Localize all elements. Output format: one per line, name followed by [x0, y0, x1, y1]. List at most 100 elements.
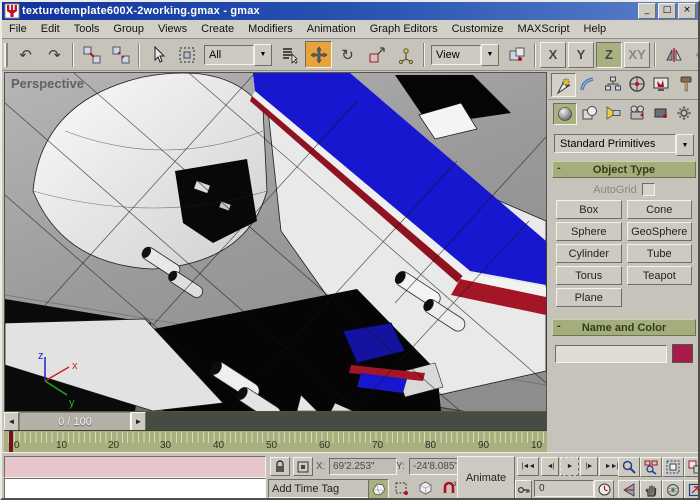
- percent-snap-toggle[interactable]: [416, 479, 435, 497]
- chevron-down-icon[interactable]: ▼: [676, 134, 694, 156]
- select-and-manipulate-button[interactable]: [392, 41, 419, 68]
- chevron-down-icon[interactable]: ▼: [481, 44, 499, 66]
- select-and-rotate-button[interactable]: ↻: [334, 41, 361, 68]
- use-pivot-point-center-button[interactable]: [503, 41, 530, 68]
- undo-button[interactable]: ↶: [12, 41, 39, 68]
- plane-button[interactable]: Plane: [556, 288, 622, 307]
- collapse-icon[interactable]: -: [557, 162, 561, 174]
- tab-utilities[interactable]: [674, 73, 697, 95]
- menu-graph-editors[interactable]: Graph Editors: [363, 21, 445, 37]
- category-geometry[interactable]: [553, 103, 577, 125]
- unlink-selection-button[interactable]: [107, 41, 134, 68]
- geosphere-button[interactable]: GeoSphere: [627, 222, 693, 241]
- time-forward-arrow[interactable]: ►: [131, 412, 146, 431]
- tube-button[interactable]: Tube: [627, 244, 693, 263]
- select-object-button[interactable]: [144, 41, 171, 68]
- sphere-button[interactable]: Sphere: [556, 222, 622, 241]
- menu-views[interactable]: Views: [151, 21, 194, 37]
- play-button[interactable]: ►: [560, 457, 579, 476]
- teapot-button[interactable]: Teapot: [627, 266, 693, 285]
- toolbar-grip[interactable]: [4, 43, 8, 67]
- minimize-button[interactable]: _: [638, 3, 656, 19]
- title-bar[interactable]: texturetemplate600X-2working.gmax - gmax…: [2, 2, 698, 20]
- menu-tools[interactable]: Tools: [67, 21, 107, 37]
- tab-display[interactable]: [650, 73, 673, 95]
- maxscript-mini-listener[interactable]: [4, 478, 266, 500]
- reference-coordinate-system-dropdown[interactable]: View ▼: [431, 45, 499, 65]
- selection-lock-toggle[interactable]: [270, 457, 290, 476]
- menu-animation[interactable]: Animation: [300, 21, 363, 37]
- box-button[interactable]: Box: [556, 200, 622, 219]
- torus-button[interactable]: Torus: [556, 266, 622, 285]
- mirror-button[interactable]: [660, 41, 687, 68]
- current-frame-marker[interactable]: [9, 431, 13, 453]
- tab-motion[interactable]: [625, 73, 648, 95]
- category-helpers[interactable]: [650, 103, 672, 123]
- absolute-offset-mode-toggle[interactable]: [293, 457, 313, 476]
- select-and-scale-button[interactable]: [363, 41, 390, 68]
- zoom-all-button[interactable]: [640, 457, 662, 477]
- menu-create[interactable]: Create: [194, 21, 241, 37]
- menu-modifiers[interactable]: Modifiers: [241, 21, 300, 37]
- tab-create[interactable]: [551, 73, 576, 97]
- time-slider-handle[interactable]: 0 / 100: [19, 412, 131, 431]
- rectangular-selection-region-button[interactable]: [173, 41, 200, 68]
- selection-filter-dropdown[interactable]: All ▼: [204, 45, 272, 65]
- maxscript-macro-recorder[interactable]: [4, 456, 266, 478]
- redo-button[interactable]: ↷: [41, 41, 68, 68]
- zoom-extents-button[interactable]: [662, 457, 684, 477]
- field-of-view-button[interactable]: [618, 480, 640, 500]
- collapse-icon[interactable]: -: [557, 320, 561, 332]
- time-slider[interactable]: ◄ 0 / 100 ►: [4, 411, 547, 431]
- track-bar[interactable]: 0 10 20 30 40 50 60 70 80 90 10: [4, 430, 547, 453]
- primitive-category-dropdown[interactable]: Standard Primitives ▼: [554, 134, 694, 153]
- name-and-color-rollout-header[interactable]: - Name and Color: [552, 319, 696, 336]
- category-cameras[interactable]: [626, 103, 648, 123]
- x-coordinate-field[interactable]: 69'2.253": [329, 458, 397, 475]
- menu-group[interactable]: Group: [106, 21, 151, 37]
- perspective-viewport[interactable]: z x y Perspective: [4, 72, 547, 412]
- object-name-input[interactable]: [555, 345, 667, 363]
- restrict-xy-plane-button[interactable]: XY: [624, 42, 650, 68]
- menu-help[interactable]: Help: [577, 21, 614, 37]
- tab-hierarchy[interactable]: [601, 73, 624, 95]
- menu-customize[interactable]: Customize: [445, 21, 511, 37]
- cylinder-button[interactable]: Cylinder: [556, 244, 622, 263]
- restrict-x-button[interactable]: X: [540, 42, 566, 68]
- previous-frame-button[interactable]: ◄|: [541, 457, 559, 476]
- category-shapes[interactable]: [579, 103, 601, 123]
- key-mode-toggle[interactable]: [515, 480, 532, 499]
- snap-toggle[interactable]: [368, 479, 389, 499]
- select-and-link-button[interactable]: [78, 41, 105, 68]
- select-and-move-button[interactable]: [305, 41, 332, 68]
- time-configuration-button[interactable]: [594, 480, 614, 499]
- angle-snap-toggle[interactable]: [392, 479, 411, 497]
- min-max-toggle-button[interactable]: [684, 480, 700, 500]
- restrict-z-button[interactable]: Z: [596, 42, 622, 68]
- restrict-y-button[interactable]: Y: [568, 42, 594, 68]
- category-systems[interactable]: [673, 103, 695, 123]
- maximize-button[interactable]: □: [658, 3, 676, 19]
- animate-button[interactable]: Animate: [457, 456, 515, 500]
- cone-button[interactable]: Cone: [627, 200, 693, 219]
- current-frame-field[interactable]: 0: [534, 480, 594, 497]
- object-type-rollout-header[interactable]: - Object Type: [552, 161, 696, 178]
- viewport-label[interactable]: Perspective: [11, 76, 84, 91]
- pan-button[interactable]: [640, 480, 662, 500]
- category-lights[interactable]: [602, 103, 624, 123]
- tab-modify[interactable]: [577, 73, 600, 95]
- time-back-arrow[interactable]: ◄: [4, 412, 19, 431]
- array-button[interactable]: [689, 41, 700, 68]
- zoom-button[interactable]: [618, 457, 640, 477]
- menu-maxscript[interactable]: MAXScript: [511, 21, 577, 37]
- close-button[interactable]: ×: [678, 3, 696, 19]
- select-by-name-button[interactable]: [276, 41, 303, 68]
- object-color-swatch[interactable]: [672, 344, 693, 363]
- zoom-extents-all-button[interactable]: [684, 457, 700, 477]
- chevron-down-icon[interactable]: ▼: [254, 44, 272, 66]
- menu-file[interactable]: File: [2, 21, 34, 37]
- next-frame-button[interactable]: |►: [580, 457, 598, 476]
- goto-start-button[interactable]: |◄◄: [517, 457, 539, 476]
- autogrid-checkbox[interactable]: [642, 183, 655, 196]
- menu-edit[interactable]: Edit: [34, 21, 67, 37]
